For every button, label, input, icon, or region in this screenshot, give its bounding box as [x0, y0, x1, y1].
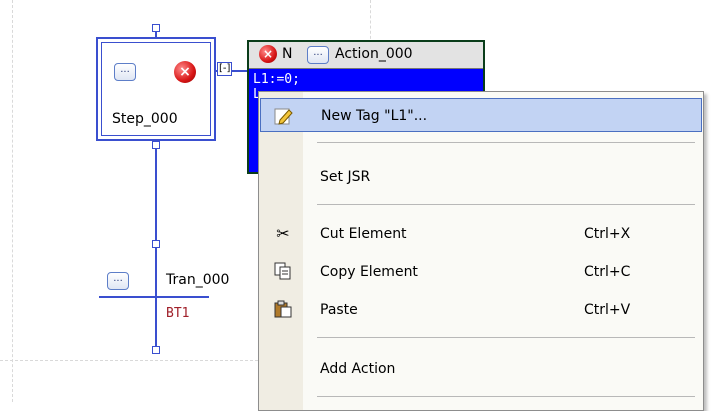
menu-item-label: New Tag "L1"... [321, 108, 428, 124]
menu-item-add-action[interactable]: Add Action [260, 352, 702, 386]
copy-icon [272, 262, 294, 282]
menu-item-copy[interactable]: Copy Element Ctrl+C [260, 255, 702, 289]
transition-condition[interactable]: BT1 [166, 306, 189, 321]
menu-item-label: Add Action [320, 361, 396, 377]
wire-transition [155, 248, 157, 348]
menu-item-cut[interactable]: ✂ Cut Element Ctrl+X [260, 217, 702, 251]
grid-line-horizontal [0, 360, 258, 361]
error-icon: × [174, 61, 196, 83]
sfc-step-inner-border: ... × Step_000 [101, 42, 211, 136]
context-menu: New Tag "L1"... Set JSR ✂ Cut Element Ct… [258, 91, 704, 411]
transition-bar[interactable] [99, 296, 209, 298]
menu-item-paste[interactable]: Paste Ctrl+V [260, 293, 702, 327]
action-header: × N ... Action_000 [249, 42, 483, 69]
paste-icon [272, 300, 294, 320]
step-action-link-label[interactable]: [-] [217, 62, 233, 76]
pencil-icon [273, 106, 295, 126]
action-properties-button[interactable]: ... [307, 46, 329, 64]
menu-separator [317, 142, 695, 143]
menu-item-label: Set JSR [320, 169, 371, 185]
grid-line-vertical [12, 0, 13, 402]
menu-item-label: Copy Element [320, 264, 418, 280]
step-output-pin[interactable] [152, 141, 160, 149]
menu-item-shortcut: Ctrl+V [584, 302, 631, 318]
menu-item-shortcut: Ctrl+X [584, 226, 631, 242]
menu-separator [317, 396, 695, 397]
menu-item-shortcut: Ctrl+C [584, 264, 631, 280]
action-qualifier[interactable]: N [282, 46, 292, 62]
scissors-icon: ✂ [276, 224, 290, 243]
transition-properties-button[interactable]: ... [107, 272, 129, 290]
step-properties-button[interactable]: ... [114, 63, 136, 81]
step-input-pin[interactable] [152, 24, 160, 32]
transition-output-pin[interactable] [152, 346, 160, 354]
transition-name: Tran_000 [166, 272, 230, 288]
wire-step-to-transition [155, 141, 157, 241]
menu-separator [317, 337, 695, 338]
menu-item-set-jsr[interactable]: Set JSR [260, 160, 702, 194]
menu-item-new-tag[interactable]: New Tag "L1"... [260, 98, 702, 132]
action-code-line: L1:=0; [253, 72, 300, 87]
action-name: Action_000 [335, 46, 413, 62]
menu-item-label: Paste [320, 302, 358, 318]
transition-input-pin[interactable] [152, 240, 160, 248]
step-name: Step_000 [112, 111, 178, 127]
sfc-step[interactable]: ... × Step_000 [96, 37, 216, 141]
menu-separator [317, 204, 695, 205]
menu-item-label: Cut Element [320, 226, 407, 242]
error-icon: × [259, 45, 277, 63]
